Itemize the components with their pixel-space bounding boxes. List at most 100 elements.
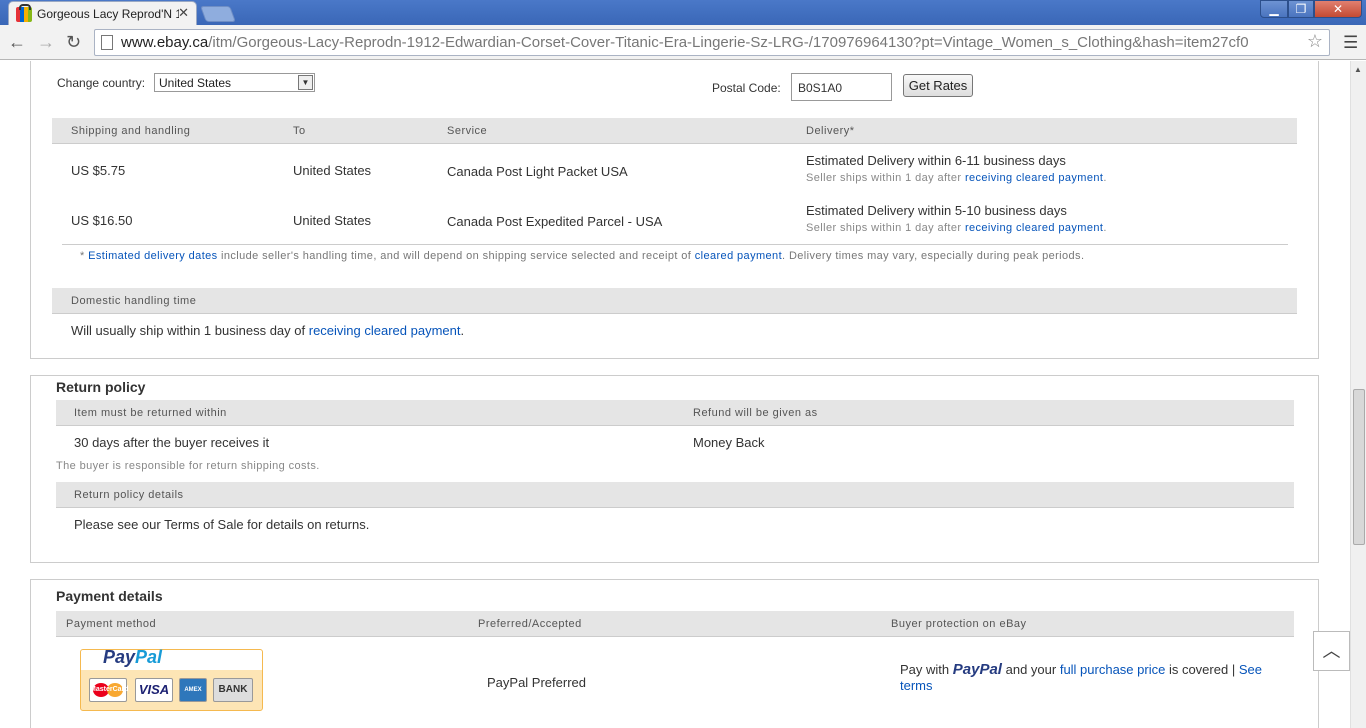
- delivery-note: Seller ships within 1 day after receivin…: [806, 222, 1107, 234]
- visa-icon: VISA: [135, 678, 173, 702]
- payment-box: Payment details Payment method Preferred…: [30, 579, 1319, 728]
- new-tab-button[interactable]: [200, 6, 236, 22]
- return-shipping-note: The buyer is responsible for return ship…: [56, 460, 320, 472]
- col-delivery: Delivery*: [806, 125, 855, 137]
- col-preferred: Preferred/Accepted: [478, 618, 582, 630]
- tab-close-icon[interactable]: ✕: [178, 5, 189, 21]
- browser-tab[interactable]: Gorgeous Lacy Reprod'N 1912 ✕: [8, 1, 197, 25]
- change-country-label: Change country:: [57, 76, 146, 90]
- url-text[interactable]: www.ebay.ca/itm/Gorgeous-Lacy-Reprodn-19…: [121, 34, 1301, 51]
- protection-mid: and your: [1005, 662, 1057, 677]
- footnote-end: . Delivery times may vary, especially du…: [782, 250, 1085, 262]
- chevron-up-icon[interactable]: ︿: [1313, 631, 1350, 671]
- address-bar[interactable]: www.ebay.ca/itm/Gorgeous-Lacy-Reprodn-19…: [94, 29, 1330, 56]
- receiving-cleared-payment-link[interactable]: receiving cleared payment: [965, 172, 1103, 184]
- amex-icon: AMEX: [179, 678, 207, 702]
- back-icon[interactable]: ←: [8, 32, 26, 52]
- delivery-estimate: Estimated Delivery within 5-10 business …: [806, 203, 1067, 218]
- bank-icon: BANK: [213, 678, 253, 702]
- col-refund: Refund will be given as: [693, 407, 818, 419]
- close-window-button[interactable]: ✕: [1314, 0, 1362, 18]
- shipping-to: United States: [293, 163, 372, 178]
- return-details-header-label: Return policy details: [74, 489, 184, 501]
- mastercard-icon: MasterCard: [89, 678, 129, 702]
- paypal-logo: PayPal MasterCard VISA AMEX BANK: [80, 647, 263, 711]
- get-rates-button[interactable]: Get Rates: [903, 74, 973, 97]
- handling-text: Will usually ship within 1 business day …: [71, 323, 464, 338]
- shipping-to: United States: [293, 213, 372, 228]
- paypal-wordmark-pay: Pay: [103, 647, 136, 667]
- minimize-button[interactable]: ▁: [1260, 0, 1288, 18]
- return-table-header: Item must be returned within Refund will…: [56, 400, 1294, 426]
- footnote-text: include seller's handling time, and will…: [217, 250, 695, 262]
- protection-post: is covered |: [1168, 662, 1236, 677]
- delivery-note: Seller ships within 1 day after receivin…: [806, 172, 1107, 184]
- footnote-star: *: [80, 250, 89, 262]
- scroll-thumb[interactable]: [1353, 389, 1365, 545]
- browser-toolbar: ← → ↻ www.ebay.ca/itm/Gorgeous-Lacy-Repr…: [0, 25, 1366, 60]
- ebay-favicon-icon: [16, 4, 32, 22]
- shipping-cost: US $16.50: [71, 213, 133, 228]
- paypal-wordmark: PayPal: [103, 647, 162, 668]
- handling-text-pre: Will usually ship within 1 business day …: [71, 323, 309, 338]
- col-payment-method: Payment method: [66, 618, 157, 630]
- receiving-cleared-payment-link[interactable]: receiving cleared payment: [309, 323, 461, 338]
- return-policy-box: Return policy Item must be returned with…: [30, 375, 1319, 563]
- handling-header-label: Domestic handling time: [71, 295, 197, 307]
- payment-table-header: Payment method Preferred/Accepted Buyer …: [56, 611, 1294, 637]
- return-details-text: Please see our Terms of Sale for details…: [74, 517, 370, 532]
- divider: [62, 244, 1288, 245]
- payment-details-title: Payment details: [56, 588, 163, 604]
- menu-icon[interactable]: ☰: [1343, 33, 1358, 53]
- handling-header: Domestic handling time: [52, 288, 1297, 314]
- handling-text-end: .: [460, 323, 465, 338]
- url-path: /itm/Gorgeous-Lacy-Reprodn-1912-Edwardia…: [208, 34, 1249, 51]
- tab-title: Gorgeous Lacy Reprod'N 1912: [37, 7, 179, 21]
- maximize-button[interactable]: ❐: [1288, 0, 1314, 18]
- return-details-header: Return policy details: [56, 482, 1294, 508]
- paypal-preferred: PayPal Preferred: [487, 675, 586, 690]
- country-value: United States: [159, 76, 232, 90]
- paypal-wordmark-pal: Pal: [135, 647, 163, 667]
- page-icon: [101, 35, 113, 50]
- col-buyer-protection: Buyer protection on eBay: [891, 618, 1027, 630]
- chevron-down-icon[interactable]: ▼: [298, 75, 313, 90]
- refund-type: Money Back: [693, 435, 765, 450]
- shipping-cost: US $5.75: [71, 163, 126, 178]
- paypal-inline-logo: PayPal: [952, 661, 1002, 678]
- url-host: www.ebay.ca: [121, 34, 209, 51]
- reload-icon[interactable]: ↻: [66, 32, 81, 52]
- shipping-table-header: Shipping and handling To Service Deliver…: [52, 118, 1297, 144]
- col-returned-within: Item must be returned within: [74, 407, 227, 419]
- postal-code-input[interactable]: B0S1A0: [791, 73, 892, 101]
- estimated-delivery-dates-link[interactable]: Estimated delivery dates: [88, 250, 217, 262]
- delivery-footnote: * Estimated delivery dates include selle…: [80, 250, 1084, 262]
- delivery-note-text: Seller ships within 1 day after: [806, 172, 965, 184]
- star-icon[interactable]: ☆: [1307, 31, 1323, 52]
- delivery-estimate: Estimated Delivery within 6-11 business …: [806, 153, 1066, 168]
- mastercard-text: MasterCard: [90, 686, 129, 693]
- full-purchase-price-link[interactable]: full purchase price: [1060, 662, 1166, 677]
- scroll-up-arrow-icon[interactable]: ▲: [1354, 65, 1362, 74]
- shipping-box: Change country: United States ▼ Postal C…: [30, 61, 1319, 359]
- cleared-payment-link[interactable]: cleared payment: [695, 250, 782, 262]
- col-to: To: [293, 125, 306, 137]
- col-service: Service: [447, 125, 488, 137]
- receiving-cleared-payment-link[interactable]: receiving cleared payment: [965, 222, 1103, 234]
- shipping-service: Canada Post Expedited Parcel - USA: [447, 214, 663, 229]
- shipping-service: Canada Post Light Packet USA: [447, 164, 628, 179]
- postal-code-value: B0S1A0: [798, 81, 843, 95]
- page-scrollbar[interactable]: ▲: [1350, 61, 1366, 728]
- forward-icon[interactable]: →: [37, 32, 55, 52]
- page-content: Change country: United States ▼ Postal C…: [0, 61, 1350, 728]
- protection-pre: Pay with: [900, 662, 950, 677]
- return-window: 30 days after the buyer receives it: [74, 435, 270, 450]
- col-shipping-handling: Shipping and handling: [71, 125, 191, 137]
- delivery-note-end: .: [1103, 172, 1107, 184]
- country-select[interactable]: United States ▼: [154, 73, 315, 92]
- window-titlebar: Gorgeous Lacy Reprod'N 1912 ✕ ▁ ❐ ✕: [0, 0, 1366, 25]
- buyer-protection-text: Pay with PayPal and your full purchase p…: [900, 662, 1280, 694]
- delivery-note-text: Seller ships within 1 day after: [806, 222, 965, 234]
- postal-code-label: Postal Code:: [712, 81, 781, 95]
- delivery-note-end: .: [1103, 222, 1107, 234]
